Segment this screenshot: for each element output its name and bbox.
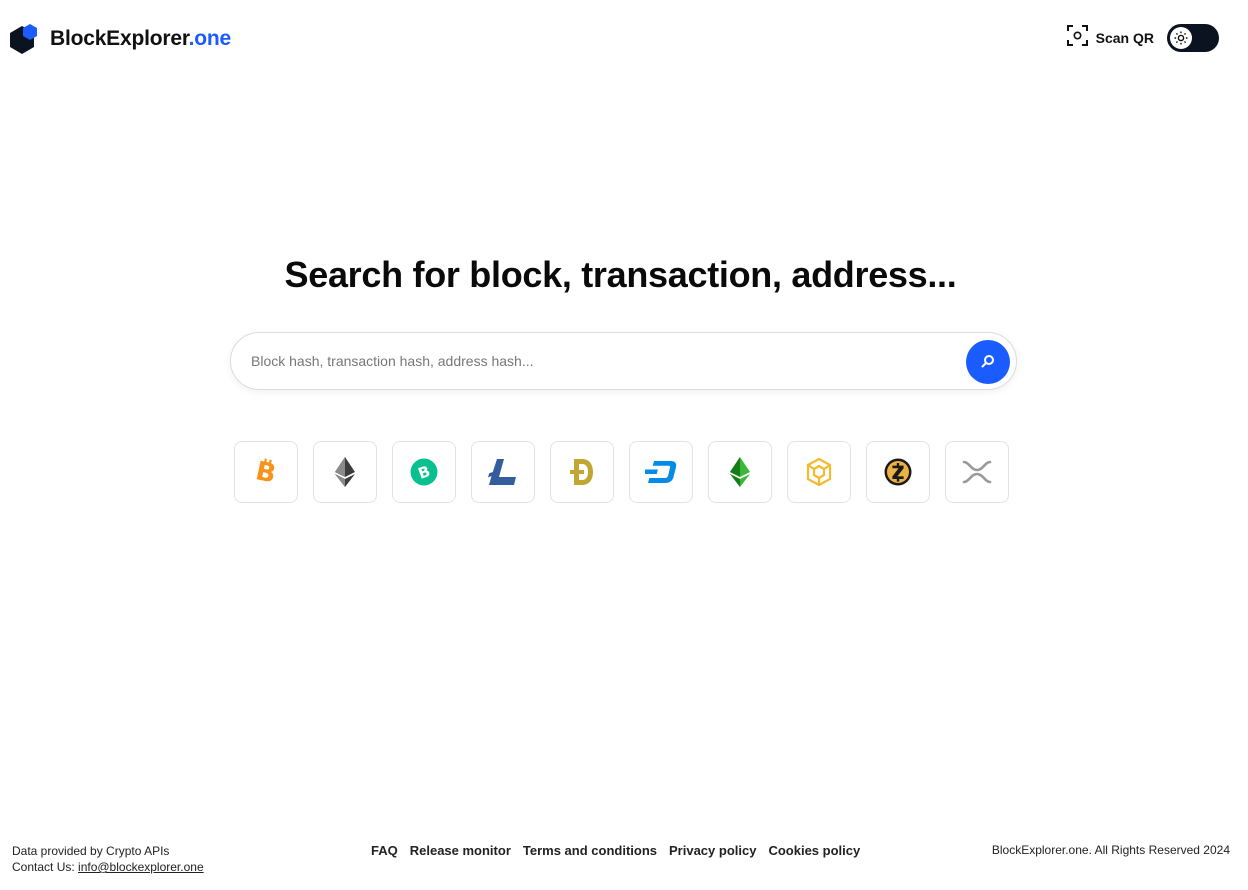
- coin-ethereum-classic[interactable]: [708, 441, 772, 503]
- scan-qr-button[interactable]: Scan QR: [1066, 25, 1154, 51]
- copyright-text: BlockExplorer.one. All Rights Reserved 2…: [991, 843, 1230, 857]
- ethereum-classic-icon: [730, 457, 750, 487]
- theme-toggle[interactable]: [1167, 24, 1219, 52]
- ethereum-icon: [335, 457, 355, 487]
- footer-link-terms[interactable]: Terms and conditions: [523, 843, 657, 858]
- hexagon-logo-icon: [8, 24, 38, 54]
- coin-dash[interactable]: [629, 441, 693, 503]
- footer-link-faq[interactable]: FAQ: [371, 843, 398, 858]
- coin-bitcoin[interactable]: B: [234, 441, 298, 503]
- coin-dogecoin[interactable]: [550, 441, 614, 503]
- footer-link-privacy[interactable]: Privacy policy: [669, 843, 756, 858]
- coin-zcash[interactable]: [866, 441, 930, 503]
- scan-qr-label: Scan QR: [1095, 30, 1154, 46]
- data-provider-text: Data provided by Crypto APIs: [12, 844, 170, 858]
- search-bar: [230, 332, 1017, 390]
- coin-ethereum[interactable]: [313, 441, 377, 503]
- xrp-icon: [962, 460, 992, 484]
- qr-scan-icon: [1066, 25, 1088, 51]
- contact-email-link[interactable]: info@blockexplorer.one: [78, 860, 204, 874]
- header-actions: Scan QR: [1066, 24, 1219, 52]
- coin-xrp[interactable]: [945, 441, 1009, 503]
- litecoin-icon: [488, 459, 516, 485]
- search-button[interactable]: [966, 340, 1010, 384]
- footer-link-release-monitor[interactable]: Release monitor: [410, 843, 511, 858]
- sun-icon: [1170, 27, 1192, 49]
- bnb-icon: [806, 457, 832, 487]
- dash-icon: [645, 461, 677, 483]
- zcash-icon: [884, 458, 912, 486]
- search-input[interactable]: [251, 333, 971, 389]
- contact-line: Contact Us: info@blockexplorer.one: [12, 860, 204, 874]
- brand-name: BlockExplorer.one: [50, 27, 232, 50]
- footer-info: Data provided by Crypto APIs Contact Us:…: [12, 843, 204, 875]
- dogecoin-icon: [570, 459, 593, 485]
- search-icon: [981, 354, 995, 371]
- page-title: Search for block, transaction, address..…: [284, 254, 957, 295]
- coin-list: B B: [234, 441, 1009, 503]
- coin-bnb[interactable]: [787, 441, 851, 503]
- footer-nav: FAQ Release monitor Terms and conditions…: [371, 843, 860, 858]
- coin-litecoin[interactable]: [471, 441, 535, 503]
- footer-link-cookies[interactable]: Cookies policy: [768, 843, 860, 858]
- coin-bitcoin-cash[interactable]: B: [392, 441, 456, 503]
- bitcoin-icon: B: [254, 458, 278, 486]
- brand-logo[interactable]: BlockExplorer.one: [8, 24, 231, 54]
- bitcoin-cash-icon: B: [410, 458, 438, 486]
